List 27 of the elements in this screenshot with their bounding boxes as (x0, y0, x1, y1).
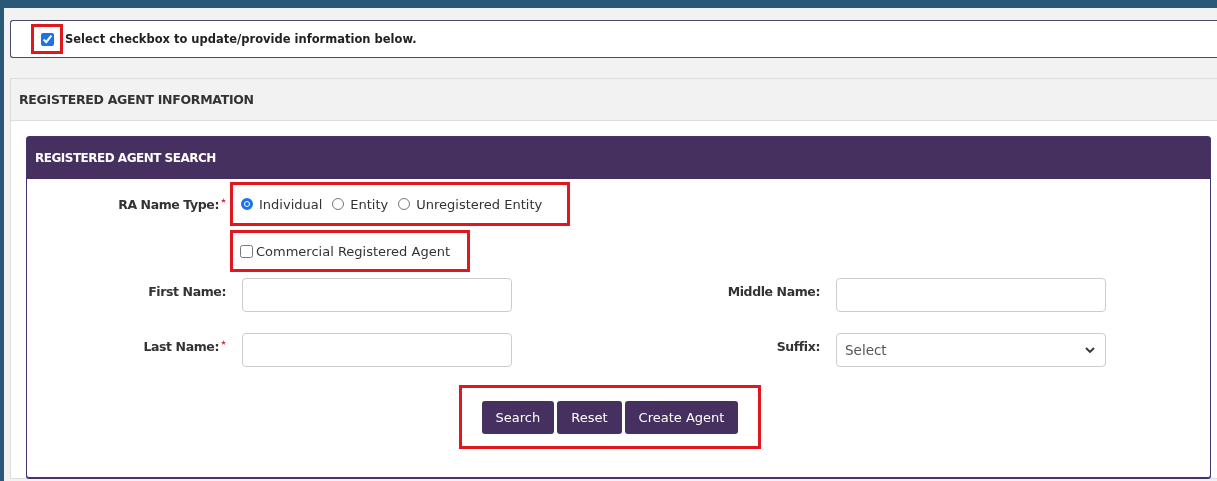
field-label: First Name: (148, 284, 226, 299)
action-button[interactable]: Reset (557, 400, 622, 434)
notice-label: Select checkbox to update/provide information below. (65, 32, 417, 46)
option-label[interactable]: Individual (259, 196, 323, 212)
section-title: REGISTERED AGENT INFORMATION (19, 92, 254, 107)
text-input[interactable] (836, 278, 1106, 312)
radio-button[interactable] (241, 198, 253, 210)
option-label[interactable]: Entity (350, 196, 389, 212)
text-input[interactable] (242, 278, 512, 312)
action-button[interactable]: Create Agent (624, 400, 739, 434)
checkbox-label[interactable]: Commercial Registered Agent (256, 243, 450, 259)
action-button[interactable]: Search (481, 400, 555, 434)
card-title: REGISTERED AGENT SEARCH (35, 151, 216, 165)
required-icon (221, 340, 226, 345)
field-label: Last Name: (143, 339, 219, 354)
option-label[interactable]: Unregistered Entity (416, 196, 543, 212)
radio-button[interactable] (332, 198, 345, 210)
required-icon (221, 197, 226, 203)
text-input[interactable] (242, 333, 512, 367)
radio-button[interactable] (398, 198, 411, 210)
chevron-down-icon (1085, 346, 1095, 354)
field-label: Suffix: (776, 339, 820, 354)
field-label: RA Name Type: (118, 196, 219, 212)
checkbox[interactable] (240, 244, 253, 258)
checkbox[interactable] (41, 32, 54, 46)
field-label: Middle Name: (727, 284, 820, 299)
suffix-select[interactable]: Select (836, 333, 1106, 367)
